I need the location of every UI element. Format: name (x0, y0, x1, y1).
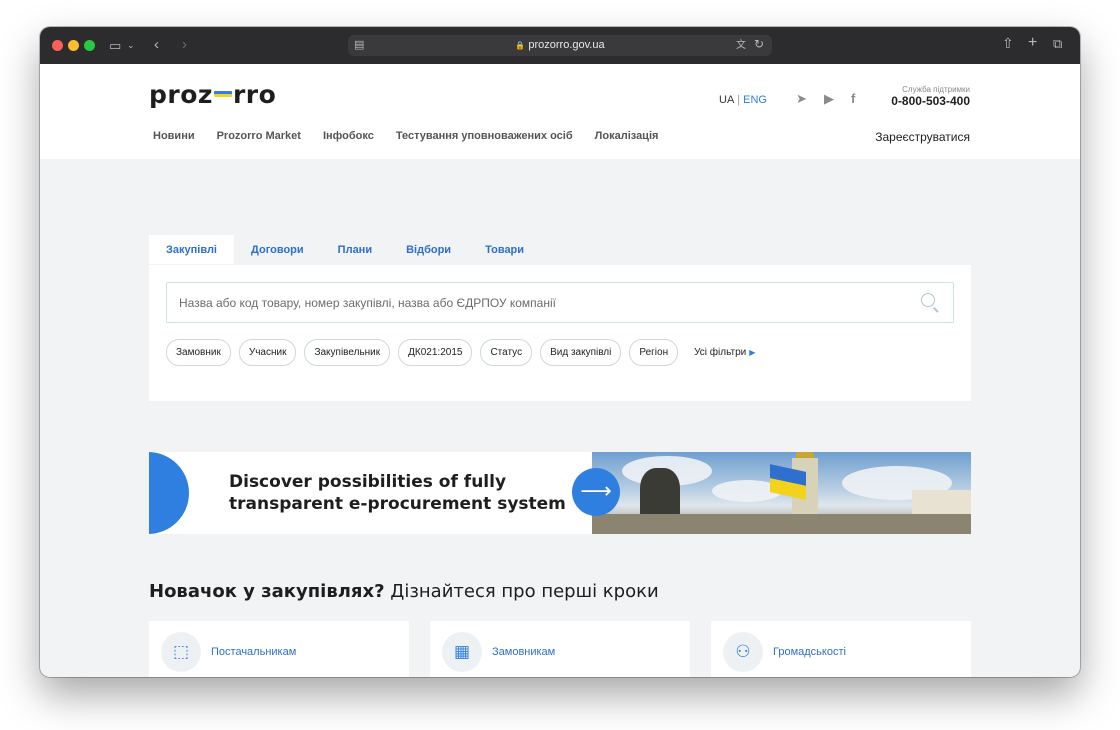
search-icon[interactable] (921, 293, 935, 307)
register-link[interactable]: Зареєструватися (875, 130, 970, 144)
lang-eng[interactable]: ENG (743, 94, 767, 106)
tab-goods[interactable]: Товари (468, 235, 541, 264)
lang-separator: | (737, 94, 741, 106)
address-bar[interactable]: ▤ 🔒 prozorro.gov.ua ⽂ ↻ (348, 35, 772, 56)
logo-text-right: rro (232, 80, 277, 109)
card-customers-label: Замовникам (492, 646, 556, 658)
filter-purchaser[interactable]: Закупівельник (304, 339, 391, 366)
share-icon[interactable]: ⇧ (1002, 36, 1014, 50)
filter-region[interactable]: Регіон (629, 339, 679, 366)
close-window-button[interactable] (52, 40, 63, 51)
support-block: Служба підтримки 0-800-503-400 (891, 85, 970, 108)
tab-selections[interactable]: Відбори (389, 235, 468, 264)
supplier-box-icon: ⬚ (161, 632, 201, 672)
browser-toolbar: ▭ ⌄ ‹ › ▤ 🔒 prozorro.gov.ua ⽂ ↻ ⇧ + ⧉ (40, 27, 1080, 64)
lock-icon: 🔒 (515, 41, 526, 50)
page: proz rro UA | ENG ➤ ▶ f Служба підтримки 0-… (40, 64, 1080, 677)
banner-image (592, 452, 971, 534)
site-header: proz rro UA | ENG ➤ ▶ f Служба підтримки 0-… (40, 64, 1080, 159)
new-tab-icon[interactable]: + (1028, 35, 1037, 51)
filter-participant[interactable]: Учасник (238, 339, 297, 366)
sidebar-icon[interactable]: ▭ (109, 39, 121, 52)
main-nav: Новини Prozorro Market Інфобокс Тестуван… (153, 130, 658, 142)
card-public[interactable]: ⚇ Громадськості (711, 621, 971, 677)
support-label: Служба підтримки (902, 85, 970, 94)
card-public-label: Громадськості (773, 646, 846, 658)
nav-testing[interactable]: Тестування уповноважених осіб (396, 130, 573, 142)
building-icon: ▦ (442, 632, 482, 672)
newbie-heading-bold: Новачок у закупівлях? (149, 581, 385, 602)
search-placeholder: Назва або код товару, номер закупівлі, н… (179, 296, 556, 310)
language-switcher: UA | ENG (719, 94, 767, 106)
newbie-cards: ⬚ Постачальникам ▦ Замовникам ⚇ Громадсь… (149, 621, 971, 677)
tabs-overview-icon[interactable]: ⧉ (1053, 37, 1062, 50)
tab-procurements[interactable]: Закупівлі (149, 235, 234, 264)
chevron-down-icon[interactable]: ⌄ (127, 39, 135, 52)
all-filters-label: Усі фільтри (694, 347, 747, 358)
url-text: prozorro.gov.ua (528, 39, 605, 51)
tab-plans[interactable]: Плани (321, 235, 389, 264)
search-panel: Назва або код товару, номер закупівлі, н… (149, 265, 971, 401)
translate-icon[interactable]: ⽂ (736, 39, 746, 52)
newbie-heading: Новачок у закупівлях? Дізнайтеся про пер… (149, 581, 659, 602)
nav-infobox[interactable]: Інфобокс (323, 130, 374, 142)
card-suppliers-label: Постачальникам (211, 646, 297, 658)
minimize-window-button[interactable] (68, 40, 79, 51)
arrow-right-icon[interactable]: ⟶ (572, 468, 620, 516)
support-phone[interactable]: 0-800-503-400 (891, 94, 970, 108)
browser-window: ▭ ⌄ ‹ › ▤ 🔒 prozorro.gov.ua ⽂ ↻ ⇧ + ⧉ pro… (40, 27, 1080, 677)
nav-prozorro-market[interactable]: Prozorro Market (217, 130, 301, 142)
nav-news[interactable]: Новини (153, 130, 195, 142)
youtube-icon[interactable]: ▶ (824, 91, 834, 107)
card-customers[interactable]: ▦ Замовникам (430, 621, 690, 677)
facebook-icon[interactable]: f (851, 91, 855, 106)
filter-dk021[interactable]: ДК021:2015 (398, 339, 473, 366)
banner-line2: transparent e-procurement system (229, 494, 566, 514)
card-suppliers[interactable]: ⬚ Постачальникам (149, 621, 409, 677)
all-filters-link[interactable]: Усі фільтри ▶ (694, 347, 755, 358)
banner-line1: Discover possibilities of fully (229, 472, 507, 492)
banner-text: Discover possibilities of fully transpar… (229, 471, 566, 515)
filter-status[interactable]: Статус (480, 339, 533, 366)
tab-contracts[interactable]: Договори (234, 235, 321, 264)
reload-icon[interactable]: ↻ (754, 38, 764, 51)
lang-ua[interactable]: UA (719, 94, 734, 106)
telegram-icon[interactable]: ➤ (796, 91, 807, 107)
people-icon: ⚇ (723, 632, 763, 672)
forward-icon[interactable]: › (182, 37, 187, 52)
prozorro-logo[interactable]: proz rro (149, 80, 276, 109)
promo-banner[interactable]: Discover possibilities of fully transpar… (149, 452, 971, 534)
nav-localization[interactable]: Локалізація (595, 130, 659, 142)
search-input[interactable]: Назва або код товару, номер закупівлі, н… (166, 282, 954, 323)
filter-customer[interactable]: Замовник (166, 339, 231, 366)
filter-procurement-type[interactable]: Вид закупівлі (540, 339, 622, 366)
filter-chips: Замовник Учасник Закупівельник ДК021:201… (166, 339, 755, 366)
back-icon[interactable]: ‹ (154, 37, 159, 52)
zoom-window-button[interactable] (84, 40, 95, 51)
logo-flag-icon (213, 91, 232, 97)
caret-right-icon: ▶ (749, 348, 756, 357)
banner-decoration (149, 452, 189, 534)
search-tabs: Закупівлі Договори Плани Відбори Товари (149, 235, 541, 264)
newbie-heading-rest: Дізнайтеся про перші кроки (390, 581, 659, 602)
logo-text-left: proz (149, 80, 213, 109)
